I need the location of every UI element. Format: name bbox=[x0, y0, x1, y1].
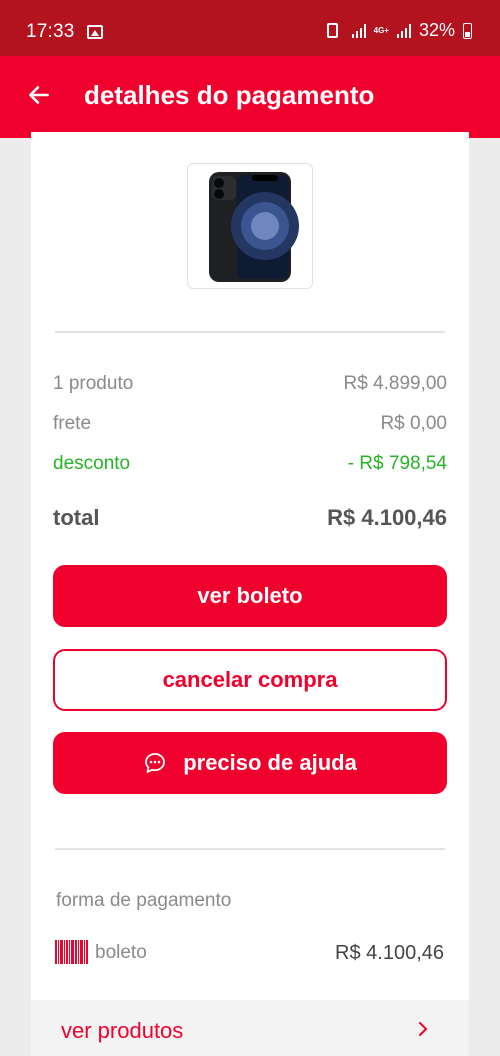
need-help-button[interactable]: preciso de ajuda bbox=[53, 732, 447, 794]
product-image[interactable] bbox=[187, 163, 313, 289]
divider bbox=[55, 331, 445, 333]
page-title: detalhes do pagamento bbox=[84, 80, 375, 110]
view-products-label: ver produtos bbox=[61, 1018, 184, 1043]
app-bar: detalhes do pagamento bbox=[0, 56, 500, 138]
shipping-label: frete bbox=[53, 413, 92, 434]
battery-icon bbox=[463, 22, 472, 39]
payment-details-card: 1 produto R$ 4.899,00 frete R$ 0,00 desc… bbox=[31, 132, 469, 1056]
payment-amount: R$ 4.100,46 bbox=[335, 942, 444, 964]
payment-method-label: forma de pagamento bbox=[56, 890, 232, 911]
signal-icon bbox=[351, 23, 366, 38]
status-time: 17:33 bbox=[26, 21, 75, 42]
product-row: 1 produto R$ 4.899,00 bbox=[53, 373, 447, 395]
payment-method-name: boleto bbox=[95, 942, 147, 963]
shipping-row: frete R$ 0,00 bbox=[53, 413, 447, 435]
product-count-label: 1 produto bbox=[53, 373, 134, 394]
cancel-purchase-button[interactable]: cancelar compra bbox=[53, 649, 447, 711]
status-icons: 4G+ 32% bbox=[326, 20, 472, 41]
total-row: total R$ 4.100,46 bbox=[53, 505, 447, 531]
discount-row: desconto - R$ 798,54 bbox=[53, 453, 447, 475]
total-label: total bbox=[53, 505, 100, 530]
image-notification-icon bbox=[87, 25, 103, 39]
phone-image bbox=[209, 172, 299, 282]
barcode-icon bbox=[55, 940, 89, 964]
shipping-value: R$ 0,00 bbox=[380, 413, 447, 434]
discount-label: desconto bbox=[53, 453, 131, 474]
view-boleto-button[interactable]: ver boleto bbox=[53, 565, 447, 627]
view-products-link[interactable]: ver produtos bbox=[31, 1000, 469, 1056]
arrow-left-icon[interactable] bbox=[26, 82, 52, 108]
status-bar: 17:33 4G+ 32% bbox=[0, 0, 500, 56]
network-type: 4G+ bbox=[373, 25, 389, 35]
record-icon bbox=[326, 23, 338, 38]
total-value: R$ 4.100,46 bbox=[327, 505, 447, 530]
discount-value: - R$ 798,54 bbox=[347, 453, 447, 474]
view-boleto-label: ver boleto bbox=[197, 583, 303, 608]
need-help-label: preciso de ajuda bbox=[183, 750, 357, 775]
signal-icon-2 bbox=[396, 23, 411, 38]
divider-2 bbox=[55, 848, 445, 850]
product-value: R$ 4.899,00 bbox=[343, 373, 447, 394]
battery-percent: 32% bbox=[418, 20, 455, 40]
chat-bubble-icon bbox=[145, 753, 166, 773]
chevron-right-icon bbox=[419, 1022, 427, 1036]
cancel-purchase-label: cancelar compra bbox=[162, 667, 338, 692]
